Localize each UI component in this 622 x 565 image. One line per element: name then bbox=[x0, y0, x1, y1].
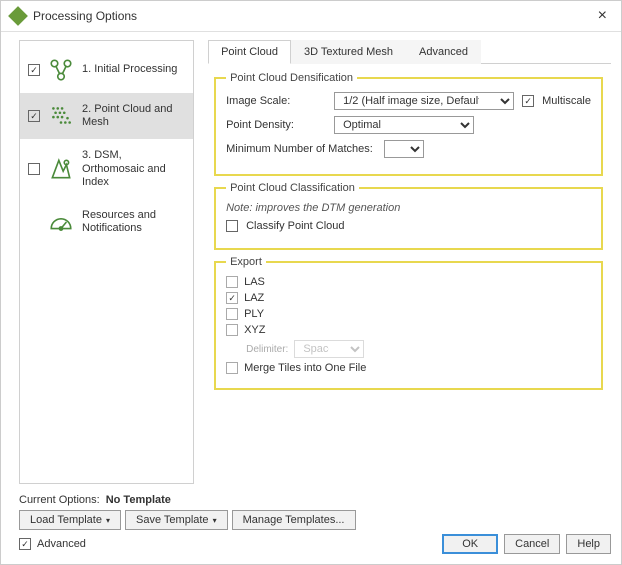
bottom-area: Current Options: No Template Load Templa… bbox=[1, 490, 621, 564]
chevron-down-icon: ▾ bbox=[213, 516, 217, 525]
checkbox-xyz[interactable] bbox=[226, 324, 238, 336]
export-xyz-label: XYZ bbox=[244, 324, 265, 336]
manage-templates-button[interactable]: Manage Templates... bbox=[232, 510, 356, 530]
tab-content: Point Cloud Densification Image Scale: 1… bbox=[208, 64, 611, 484]
classify-label: Classify Point Cloud bbox=[246, 220, 344, 232]
point-density-select[interactable]: Optimal bbox=[334, 116, 474, 134]
checkbox-pointcloud[interactable] bbox=[28, 110, 40, 122]
export-merge-label: Merge Tiles into One File bbox=[244, 362, 366, 374]
checkbox-ply[interactable] bbox=[226, 308, 238, 320]
close-icon[interactable]: × bbox=[594, 7, 611, 25]
tab-3d-mesh[interactable]: 3D Textured Mesh bbox=[291, 40, 406, 64]
export-ply-label: PLY bbox=[244, 308, 264, 320]
ok-button[interactable]: OK bbox=[442, 534, 498, 554]
legend-densification: Point Cloud Densification bbox=[226, 72, 357, 84]
checkbox-dsm[interactable] bbox=[28, 163, 40, 175]
image-scale-label: Image Scale: bbox=[226, 95, 326, 107]
checkbox-merge[interactable] bbox=[226, 362, 238, 374]
load-template-button[interactable]: Load Template▾ bbox=[19, 510, 121, 530]
export-las-label: LAS bbox=[244, 276, 265, 288]
legend-classification: Point Cloud Classification bbox=[226, 182, 359, 194]
sidebar-item-initial[interactable]: 1. Initial Processing bbox=[20, 47, 193, 93]
delimiter-select: Space bbox=[294, 340, 364, 358]
help-button[interactable]: Help bbox=[566, 534, 611, 554]
sidebar-item-dsm[interactable]: 3. DSM, Orthomosaic and Index bbox=[20, 139, 193, 199]
export-laz-label: LAZ bbox=[244, 292, 264, 304]
tab-advanced[interactable]: Advanced bbox=[406, 40, 481, 64]
right-pane: Point Cloud 3D Textured Mesh Advanced Po… bbox=[208, 40, 611, 484]
sidebar-item-pointcloud[interactable]: 2. Point Cloud and Mesh bbox=[20, 93, 193, 139]
checkbox-multiscale[interactable] bbox=[522, 95, 534, 107]
sidebar-label: 3. DSM, Orthomosaic and Index bbox=[82, 149, 185, 189]
tabs: Point Cloud 3D Textured Mesh Advanced bbox=[208, 40, 611, 64]
dsm-icon bbox=[48, 156, 74, 182]
initial-processing-icon bbox=[48, 57, 74, 83]
point-density-label: Point Density: bbox=[226, 119, 326, 131]
checkbox-las[interactable] bbox=[226, 276, 238, 288]
titlebar: Processing Options × bbox=[1, 1, 621, 32]
image-scale-select[interactable]: 1/2 (Half image size, Default) bbox=[334, 92, 514, 110]
group-classification: Point Cloud Classification Note: improve… bbox=[214, 182, 603, 250]
multiscale-label: Multiscale bbox=[542, 95, 591, 107]
chevron-down-icon: ▾ bbox=[106, 516, 110, 525]
app-icon bbox=[8, 6, 28, 26]
checkbox-laz[interactable] bbox=[226, 292, 238, 304]
checkbox-initial[interactable] bbox=[28, 64, 40, 76]
classification-note: Note: improves the DTM generation bbox=[226, 202, 591, 214]
group-densification: Point Cloud Densification Image Scale: 1… bbox=[214, 72, 603, 176]
sidebar: 1. Initial Processing 2. Point Cloud and… bbox=[19, 40, 194, 484]
gauge-icon bbox=[48, 209, 74, 235]
current-options-label: Current Options: bbox=[19, 494, 100, 506]
advanced-label: Advanced bbox=[37, 538, 86, 550]
sidebar-label: 1. Initial Processing bbox=[82, 63, 185, 76]
current-options-value: No Template bbox=[106, 494, 171, 506]
sidebar-label: Resources and Notifications bbox=[82, 209, 185, 235]
delimiter-label: Delimiter: bbox=[246, 344, 288, 355]
window-title: Processing Options bbox=[33, 9, 586, 23]
group-export: Export LAS LAZ PLY XYZ Delimiter: Space … bbox=[214, 256, 603, 390]
min-matches-label: Minimum Number of Matches: bbox=[226, 143, 376, 155]
legend-export: Export bbox=[226, 256, 266, 268]
min-matches-select[interactable]: 3 bbox=[384, 140, 424, 158]
checkbox-advanced[interactable] bbox=[19, 538, 31, 550]
sidebar-label: 2. Point Cloud and Mesh bbox=[82, 103, 185, 129]
cancel-button[interactable]: Cancel bbox=[504, 534, 560, 554]
pointcloud-icon bbox=[48, 103, 74, 129]
main-area: 1. Initial Processing 2. Point Cloud and… bbox=[1, 32, 621, 490]
checkbox-classify[interactable] bbox=[226, 220, 238, 232]
save-template-button[interactable]: Save Template▾ bbox=[125, 510, 228, 530]
sidebar-item-resources[interactable]: Resources and Notifications bbox=[20, 199, 193, 245]
tab-point-cloud[interactable]: Point Cloud bbox=[208, 40, 291, 64]
